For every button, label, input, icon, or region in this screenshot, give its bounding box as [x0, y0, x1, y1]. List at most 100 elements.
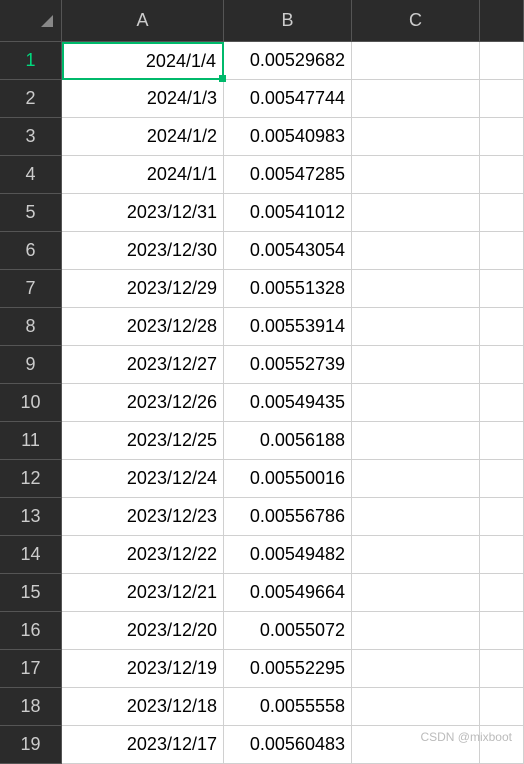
cell-A7[interactable]: 2023/12/29	[62, 270, 224, 308]
cell-D3[interactable]	[480, 118, 524, 156]
cell-B3[interactable]: 0.00540983	[224, 118, 352, 156]
cell-C10[interactable]	[352, 384, 480, 422]
cell-C1[interactable]	[352, 42, 480, 80]
cell-A14[interactable]: 2023/12/22	[62, 536, 224, 574]
cell-B4[interactable]: 0.00547285	[224, 156, 352, 194]
row-header[interactable]: 15	[0, 574, 62, 612]
cell-B19[interactable]: 0.00560483	[224, 726, 352, 764]
cell-C9[interactable]	[352, 346, 480, 384]
row-header[interactable]: 10	[0, 384, 62, 422]
cell-A19[interactable]: 2023/12/17	[62, 726, 224, 764]
cell-D9[interactable]	[480, 346, 524, 384]
cell-D16[interactable]	[480, 612, 524, 650]
cell-D15[interactable]	[480, 574, 524, 612]
row-header[interactable]: 1	[0, 42, 62, 80]
column-header-B[interactable]: B	[224, 0, 352, 42]
cell-A3[interactable]: 2024/1/2	[62, 118, 224, 156]
cell-A13[interactable]: 2023/12/23	[62, 498, 224, 536]
row-header[interactable]: 12	[0, 460, 62, 498]
row-header[interactable]: 16	[0, 612, 62, 650]
cell-A8[interactable]: 2023/12/28	[62, 308, 224, 346]
row-header[interactable]: 3	[0, 118, 62, 156]
cell-D5[interactable]	[480, 194, 524, 232]
cell-A17[interactable]: 2023/12/19	[62, 650, 224, 688]
cell-B16[interactable]: 0.0055072	[224, 612, 352, 650]
cell-A2[interactable]: 2024/1/3	[62, 80, 224, 118]
column-header-C[interactable]: C	[352, 0, 480, 42]
row-header[interactable]: 11	[0, 422, 62, 460]
row-header[interactable]: 7	[0, 270, 62, 308]
cell-D2[interactable]	[480, 80, 524, 118]
cell-B12[interactable]: 0.00550016	[224, 460, 352, 498]
cell-D18[interactable]	[480, 688, 524, 726]
row-header[interactable]: 13	[0, 498, 62, 536]
cell-D8[interactable]	[480, 308, 524, 346]
cell-C12[interactable]	[352, 460, 480, 498]
row-header[interactable]: 8	[0, 308, 62, 346]
cell-B1[interactable]: 0.00529682	[224, 42, 352, 80]
cell-D10[interactable]	[480, 384, 524, 422]
cell-A16[interactable]: 2023/12/20	[62, 612, 224, 650]
cell-C2[interactable]	[352, 80, 480, 118]
row-header[interactable]: 9	[0, 346, 62, 384]
cell-D14[interactable]	[480, 536, 524, 574]
cell-B5[interactable]: 0.00541012	[224, 194, 352, 232]
cell-C7[interactable]	[352, 270, 480, 308]
cell-D17[interactable]	[480, 650, 524, 688]
cell-A5[interactable]: 2023/12/31	[62, 194, 224, 232]
cell-C11[interactable]	[352, 422, 480, 460]
watermark-text: CSDN @mixboot	[420, 730, 512, 744]
row-header[interactable]: 2	[0, 80, 62, 118]
cell-C18[interactable]	[352, 688, 480, 726]
cell-D6[interactable]	[480, 232, 524, 270]
cell-C4[interactable]	[352, 156, 480, 194]
row-header[interactable]: 17	[0, 650, 62, 688]
column-header-A[interactable]: A	[62, 0, 224, 42]
cell-C16[interactable]	[352, 612, 480, 650]
cell-D1[interactable]	[480, 42, 524, 80]
cell-D7[interactable]	[480, 270, 524, 308]
cell-B11[interactable]: 0.0056188	[224, 422, 352, 460]
cell-D11[interactable]	[480, 422, 524, 460]
cell-A4[interactable]: 2024/1/1	[62, 156, 224, 194]
cell-C8[interactable]	[352, 308, 480, 346]
cell-D13[interactable]	[480, 498, 524, 536]
cell-A1[interactable]: 2024/1/4	[62, 42, 224, 80]
cell-C13[interactable]	[352, 498, 480, 536]
cell-A6[interactable]: 2023/12/30	[62, 232, 224, 270]
cell-C3[interactable]	[352, 118, 480, 156]
cell-B9[interactable]: 0.00552739	[224, 346, 352, 384]
cell-B18[interactable]: 0.0055558	[224, 688, 352, 726]
cell-A10[interactable]: 2023/12/26	[62, 384, 224, 422]
cell-A9[interactable]: 2023/12/27	[62, 346, 224, 384]
row-header[interactable]: 6	[0, 232, 62, 270]
select-all-corner[interactable]	[0, 0, 62, 42]
cell-D12[interactable]	[480, 460, 524, 498]
cell-B7[interactable]: 0.00551328	[224, 270, 352, 308]
spreadsheet-grid[interactable]: ABC 12024/1/40.00529682 22024/1/30.0054774…	[0, 0, 524, 764]
cell-A15[interactable]: 2023/12/21	[62, 574, 224, 612]
cell-B14[interactable]: 0.00549482	[224, 536, 352, 574]
cell-B13[interactable]: 0.00556786	[224, 498, 352, 536]
cell-D4[interactable]	[480, 156, 524, 194]
cell-A18[interactable]: 2023/12/18	[62, 688, 224, 726]
cell-B6[interactable]: 0.00543054	[224, 232, 352, 270]
row-header[interactable]: 19	[0, 726, 62, 764]
cell-C15[interactable]	[352, 574, 480, 612]
cell-A11[interactable]: 2023/12/25	[62, 422, 224, 460]
row-header[interactable]: 14	[0, 536, 62, 574]
cell-B8[interactable]: 0.00553914	[224, 308, 352, 346]
column-header-extra[interactable]	[480, 0, 524, 42]
cell-A12[interactable]: 2023/12/24	[62, 460, 224, 498]
cell-C14[interactable]	[352, 536, 480, 574]
cell-B2[interactable]: 0.00547744	[224, 80, 352, 118]
row-header[interactable]: 5	[0, 194, 62, 232]
cell-C17[interactable]	[352, 650, 480, 688]
cell-B10[interactable]: 0.00549435	[224, 384, 352, 422]
cell-B17[interactable]: 0.00552295	[224, 650, 352, 688]
cell-C5[interactable]	[352, 194, 480, 232]
row-header[interactable]: 4	[0, 156, 62, 194]
cell-B15[interactable]: 0.00549664	[224, 574, 352, 612]
row-header[interactable]: 18	[0, 688, 62, 726]
cell-C6[interactable]	[352, 232, 480, 270]
